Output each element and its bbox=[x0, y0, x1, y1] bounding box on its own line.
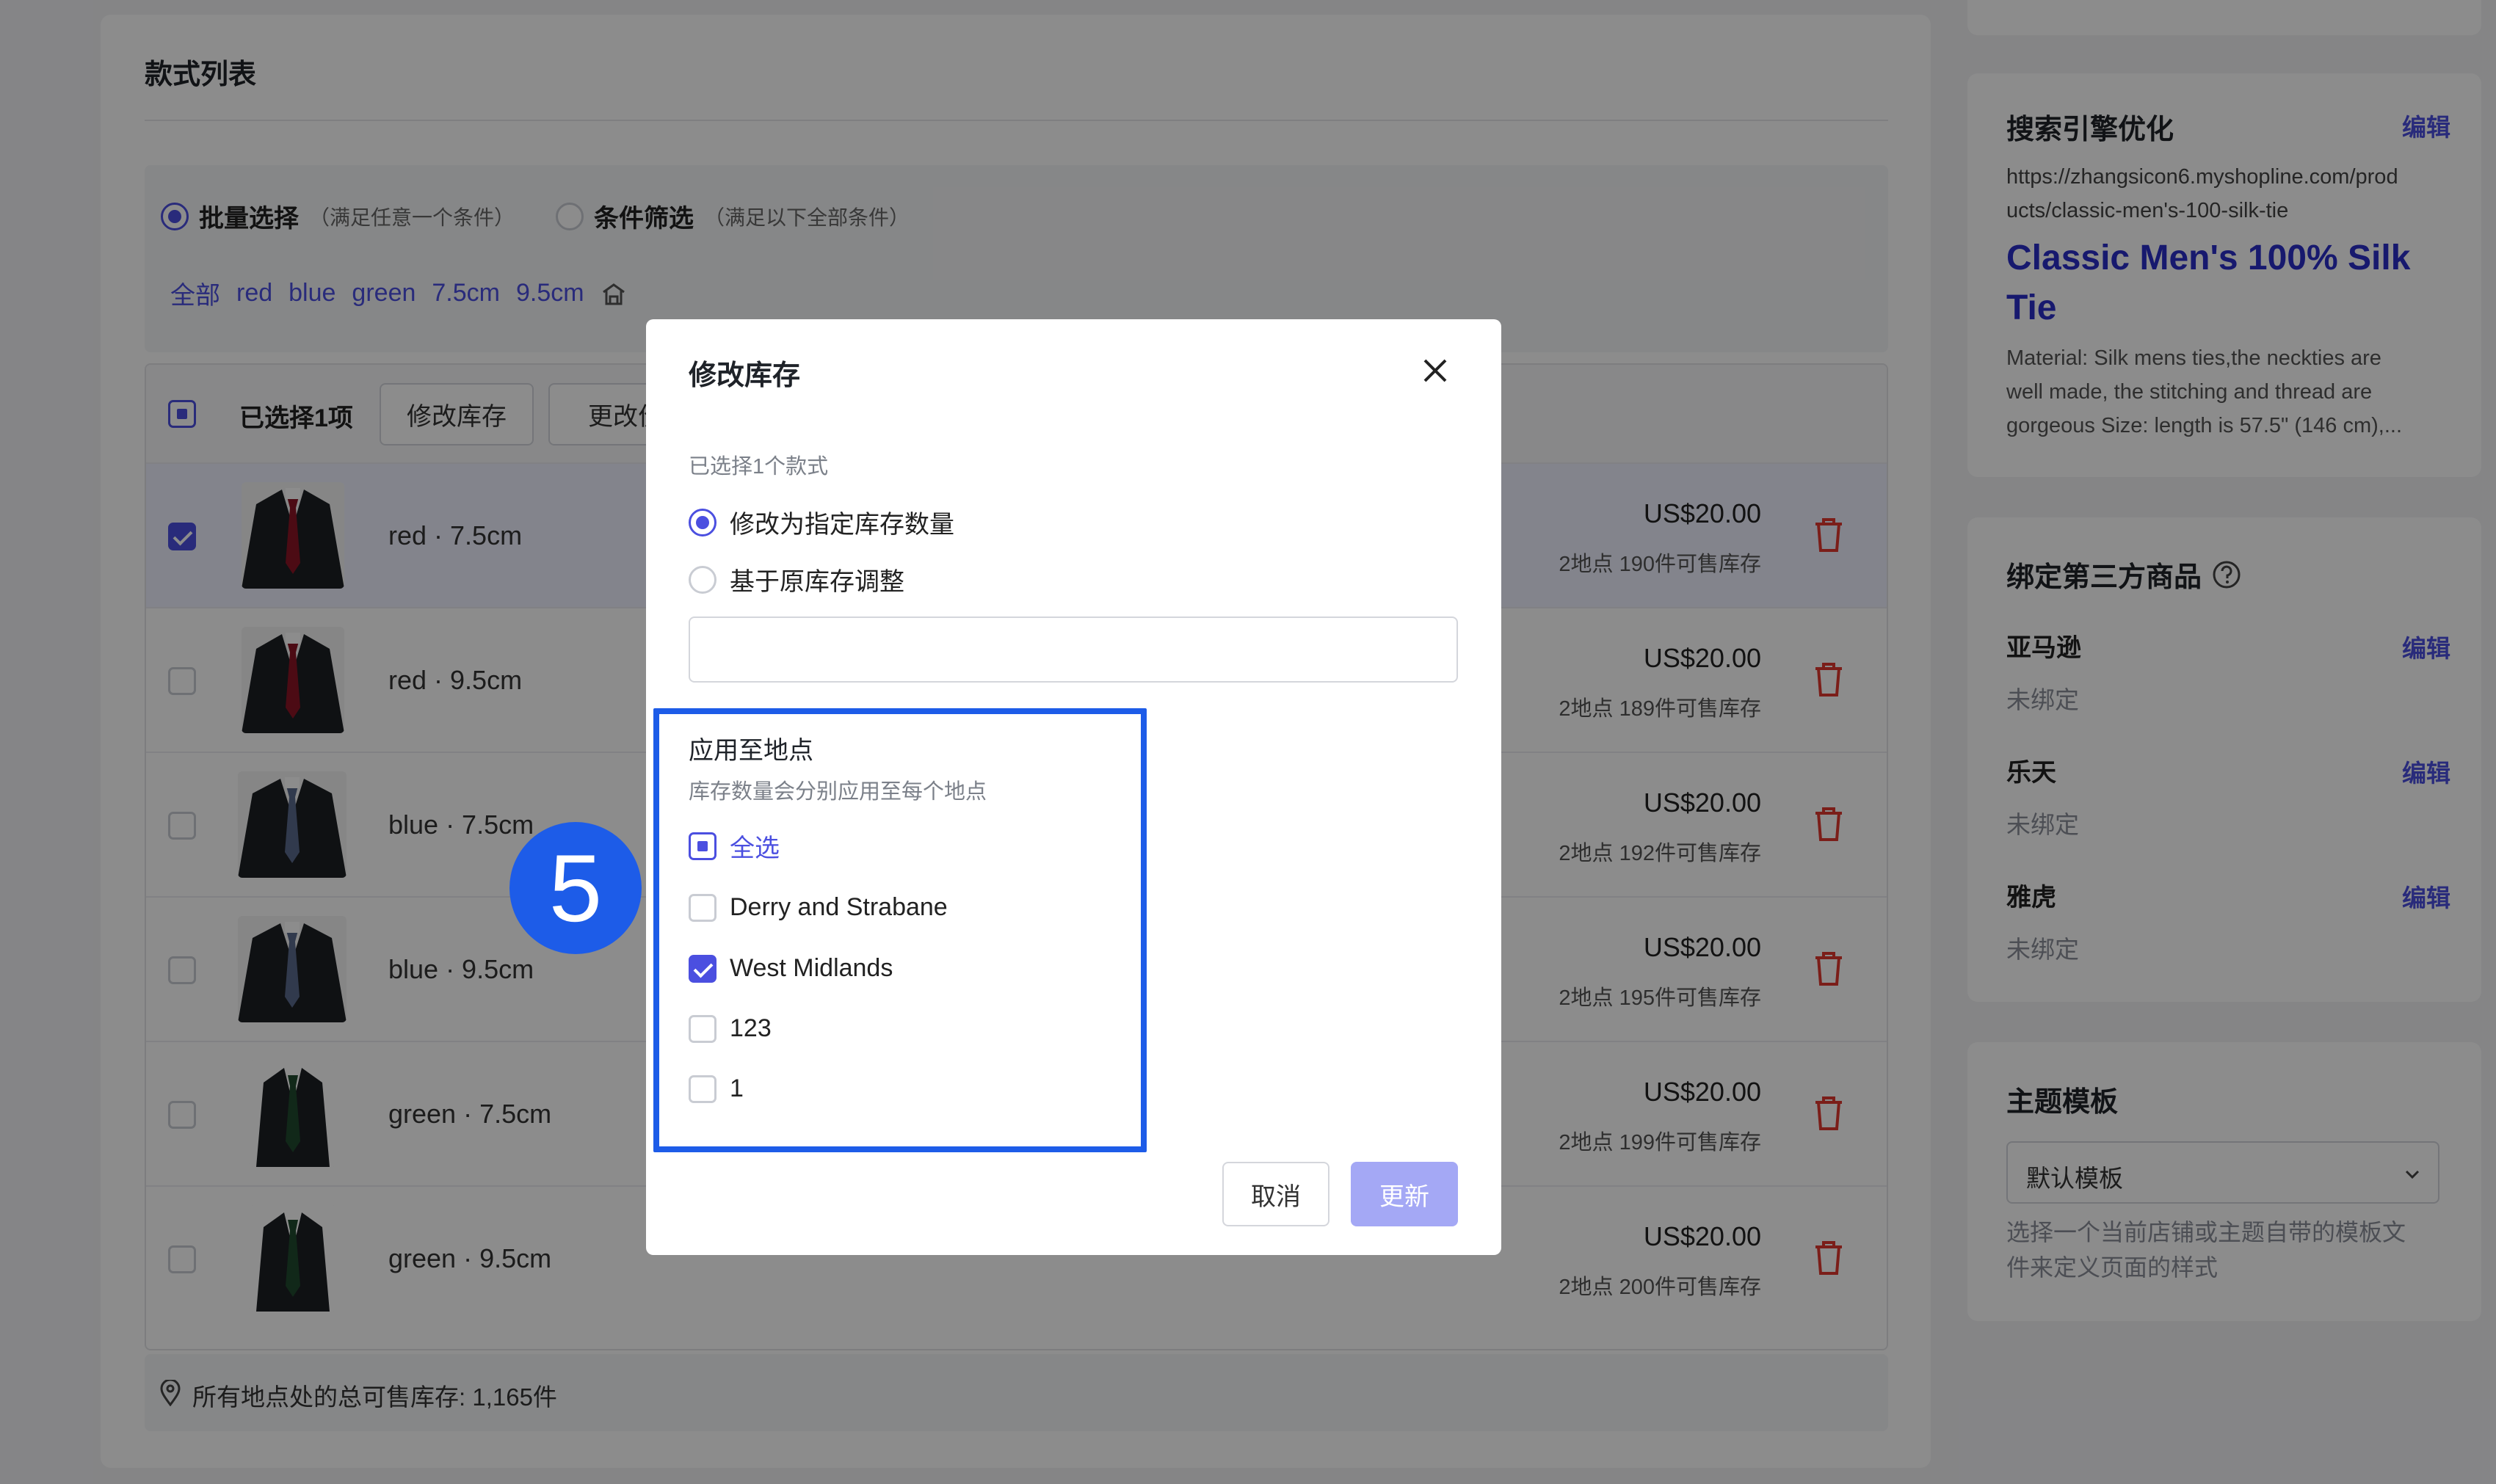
cancel-button[interactable]: 取消 bbox=[1222, 1162, 1329, 1226]
adjust-quantity-radio[interactable] bbox=[689, 565, 716, 594]
update-button[interactable]: 更新 bbox=[1351, 1162, 1458, 1226]
adjust-quantity-label: 基于原库存调整 bbox=[730, 568, 904, 596]
option-adjust-quantity[interactable]: 基于原库存调整 bbox=[689, 561, 904, 597]
highlight-frame bbox=[653, 708, 1147, 1152]
step-number-badge: 5 bbox=[509, 822, 642, 954]
option-set-quantity[interactable]: 修改为指定库存数量 bbox=[689, 504, 954, 540]
modify-stock-dialog: 修改库存 已选择1个款式 修改为指定库存数量 基于原库存调整 应用至地点 库存数… bbox=[646, 319, 1501, 1255]
set-quantity-radio[interactable] bbox=[689, 508, 716, 537]
close-icon[interactable] bbox=[1421, 356, 1450, 385]
dialog-title: 修改库存 bbox=[689, 360, 801, 391]
selected-info: 已选择1个款式 bbox=[689, 455, 829, 479]
set-quantity-label: 修改为指定库存数量 bbox=[730, 511, 954, 539]
quantity-input[interactable] bbox=[689, 616, 1458, 683]
